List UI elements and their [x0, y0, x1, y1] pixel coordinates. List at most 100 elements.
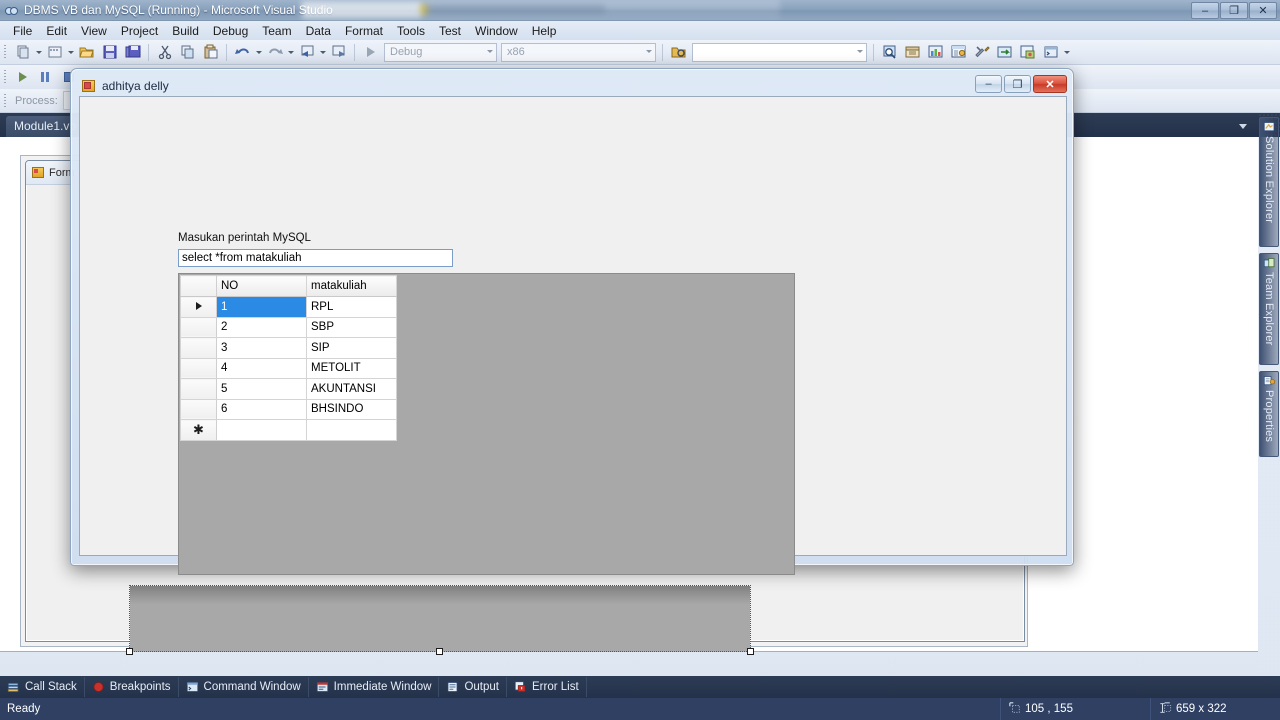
cell-matakuliah[interactable]: BHSINDO	[306, 398, 397, 420]
tab-output[interactable]: Output	[439, 677, 507, 697]
navigate-backward-dropdown-icon[interactable]	[318, 42, 327, 63]
app-maximize-button[interactable]: ❐	[1004, 75, 1031, 93]
cell-no[interactable]: 3	[216, 337, 307, 359]
cell-no[interactable]	[216, 419, 307, 441]
row-header-cell[interactable]	[180, 316, 217, 338]
table-row[interactable]: 5 AKUNTANSI	[180, 378, 397, 400]
row-header-corner[interactable]	[180, 275, 217, 297]
properties-window-icon[interactable]	[948, 42, 969, 63]
tab-breakpoints[interactable]: Breakpoints	[85, 677, 179, 697]
debug-toolbar-grip[interactable]	[2, 68, 9, 86]
add-new-item-icon[interactable]	[44, 42, 65, 63]
tab-error-list[interactable]: Error List	[507, 677, 587, 697]
configuration-combo[interactable]: Debug	[384, 42, 497, 62]
menu-tools[interactable]: Tools	[390, 22, 432, 40]
dock-properties[interactable]: Properties	[1259, 371, 1279, 457]
menu-view[interactable]: View	[74, 22, 114, 40]
navigate-forward-icon[interactable]	[328, 42, 349, 63]
table-row[interactable]: 1 RPL	[180, 296, 397, 318]
menu-file[interactable]: File	[6, 22, 39, 40]
running-app-window[interactable]: adhitya delly – ❐ ✕ Masukan perintah MyS…	[70, 68, 1074, 575]
cell-matakuliah[interactable]: SBP	[306, 316, 397, 338]
menu-edit[interactable]: Edit	[39, 22, 74, 40]
resize-handle-bottom-center[interactable]	[436, 648, 443, 655]
find-combo[interactable]	[692, 42, 867, 62]
ide-close-button[interactable]: ✕	[1249, 2, 1277, 19]
add-new-item-dropdown-icon[interactable]	[66, 42, 75, 63]
row-header-cell[interactable]	[180, 337, 217, 359]
menu-test[interactable]: Test	[432, 22, 468, 40]
cell-no[interactable]: 6	[216, 398, 307, 420]
cell-matakuliah[interactable]: RPL	[306, 296, 397, 318]
selected-datagridview-control[interactable]	[126, 585, 754, 655]
platform-combo[interactable]: x86	[501, 42, 656, 62]
menu-team[interactable]: Team	[255, 22, 298, 40]
new-project-icon[interactable]	[12, 42, 33, 63]
redo-icon[interactable]	[264, 42, 285, 63]
cell-no[interactable]: 2	[216, 316, 307, 338]
browse-with-icon[interactable]	[668, 42, 689, 63]
app-minimize-button[interactable]: –	[975, 75, 1002, 93]
resize-handle-bottom-left[interactable]	[126, 648, 133, 655]
options-icon[interactable]	[971, 42, 992, 63]
toolbar-overflow-icon[interactable]	[1062, 42, 1071, 63]
redo-dropdown-icon[interactable]	[286, 42, 295, 63]
table-row[interactable]: 6 BHSINDO	[180, 398, 397, 420]
new-row-header-cell[interactable]: ✱	[180, 419, 217, 441]
menu-debug[interactable]: Debug	[206, 22, 255, 40]
table-row[interactable]: 4 METOLIT	[180, 357, 397, 379]
table-row[interactable]: 2 SBP	[180, 316, 397, 338]
tab-list-chevron-down-icon[interactable]	[1236, 119, 1250, 133]
tab-call-stack[interactable]: Call Stack	[0, 677, 85, 697]
find-in-files-icon[interactable]	[879, 42, 900, 63]
cell-matakuliah[interactable]: METOLIT	[306, 357, 397, 379]
cell-no[interactable]: 4	[216, 357, 307, 379]
table-row[interactable]: 3 SIP	[180, 337, 397, 359]
menu-window[interactable]: Window	[468, 22, 525, 40]
start-debug-icon[interactable]	[360, 42, 381, 63]
cell-no[interactable]: 1	[216, 296, 307, 318]
menu-project[interactable]: Project	[114, 22, 165, 40]
new-project-dropdown-icon[interactable]	[34, 42, 43, 63]
copy-icon[interactable]	[177, 42, 198, 63]
resize-handle-bottom-right[interactable]	[747, 648, 754, 655]
error-list-icon[interactable]	[1017, 42, 1038, 63]
save-all-icon[interactable]	[122, 42, 143, 63]
cell-matakuliah[interactable]	[306, 419, 397, 441]
continue-icon[interactable]	[12, 67, 33, 88]
cell-matakuliah[interactable]: SIP	[306, 337, 397, 359]
break-all-icon[interactable]	[35, 67, 56, 88]
menu-build[interactable]: Build	[165, 22, 206, 40]
command-window-icon[interactable]	[1040, 42, 1061, 63]
paste-icon[interactable]	[200, 42, 221, 63]
save-icon[interactable]	[99, 42, 120, 63]
tab-command-window[interactable]: Command Window	[179, 677, 309, 697]
app-close-button[interactable]: ✕	[1033, 75, 1067, 93]
row-header-cell[interactable]	[180, 398, 217, 420]
navigate-backward-icon[interactable]	[296, 42, 317, 63]
row-header-cell[interactable]	[180, 357, 217, 379]
process-toolbar-grip[interactable]	[2, 92, 9, 110]
toolbox-icon[interactable]	[902, 42, 923, 63]
dock-solution-explorer[interactable]: Solution Explorer	[1259, 117, 1279, 247]
open-file-icon[interactable]	[76, 42, 97, 63]
cell-matakuliah[interactable]: AKUNTANSI	[306, 378, 397, 400]
results-datagridview[interactable]: NO matakuliah 1 RPL 2 SBP 3 SIP 4 METOLI…	[178, 273, 795, 575]
column-header-matakuliah[interactable]: matakuliah	[306, 275, 397, 297]
row-header-cell[interactable]	[180, 378, 217, 400]
menu-data[interactable]: Data	[299, 22, 338, 40]
cell-no[interactable]: 5	[216, 378, 307, 400]
ide-restore-button[interactable]: ❐	[1220, 2, 1248, 19]
menu-format[interactable]: Format	[338, 22, 390, 40]
solution-explorer-icon[interactable]	[925, 42, 946, 63]
undo-icon[interactable]	[232, 42, 253, 63]
menu-help[interactable]: Help	[525, 22, 564, 40]
table-row-new[interactable]: ✱	[180, 419, 397, 441]
query-input[interactable]	[178, 249, 453, 267]
row-header-cell[interactable]	[180, 296, 217, 318]
dock-team-explorer[interactable]: Team Explorer	[1259, 253, 1279, 365]
column-header-no[interactable]: NO	[216, 275, 307, 297]
toolbar-grip[interactable]	[2, 43, 9, 61]
object-browser-icon[interactable]	[994, 42, 1015, 63]
tab-immediate-window[interactable]: Immediate Window	[309, 677, 440, 697]
